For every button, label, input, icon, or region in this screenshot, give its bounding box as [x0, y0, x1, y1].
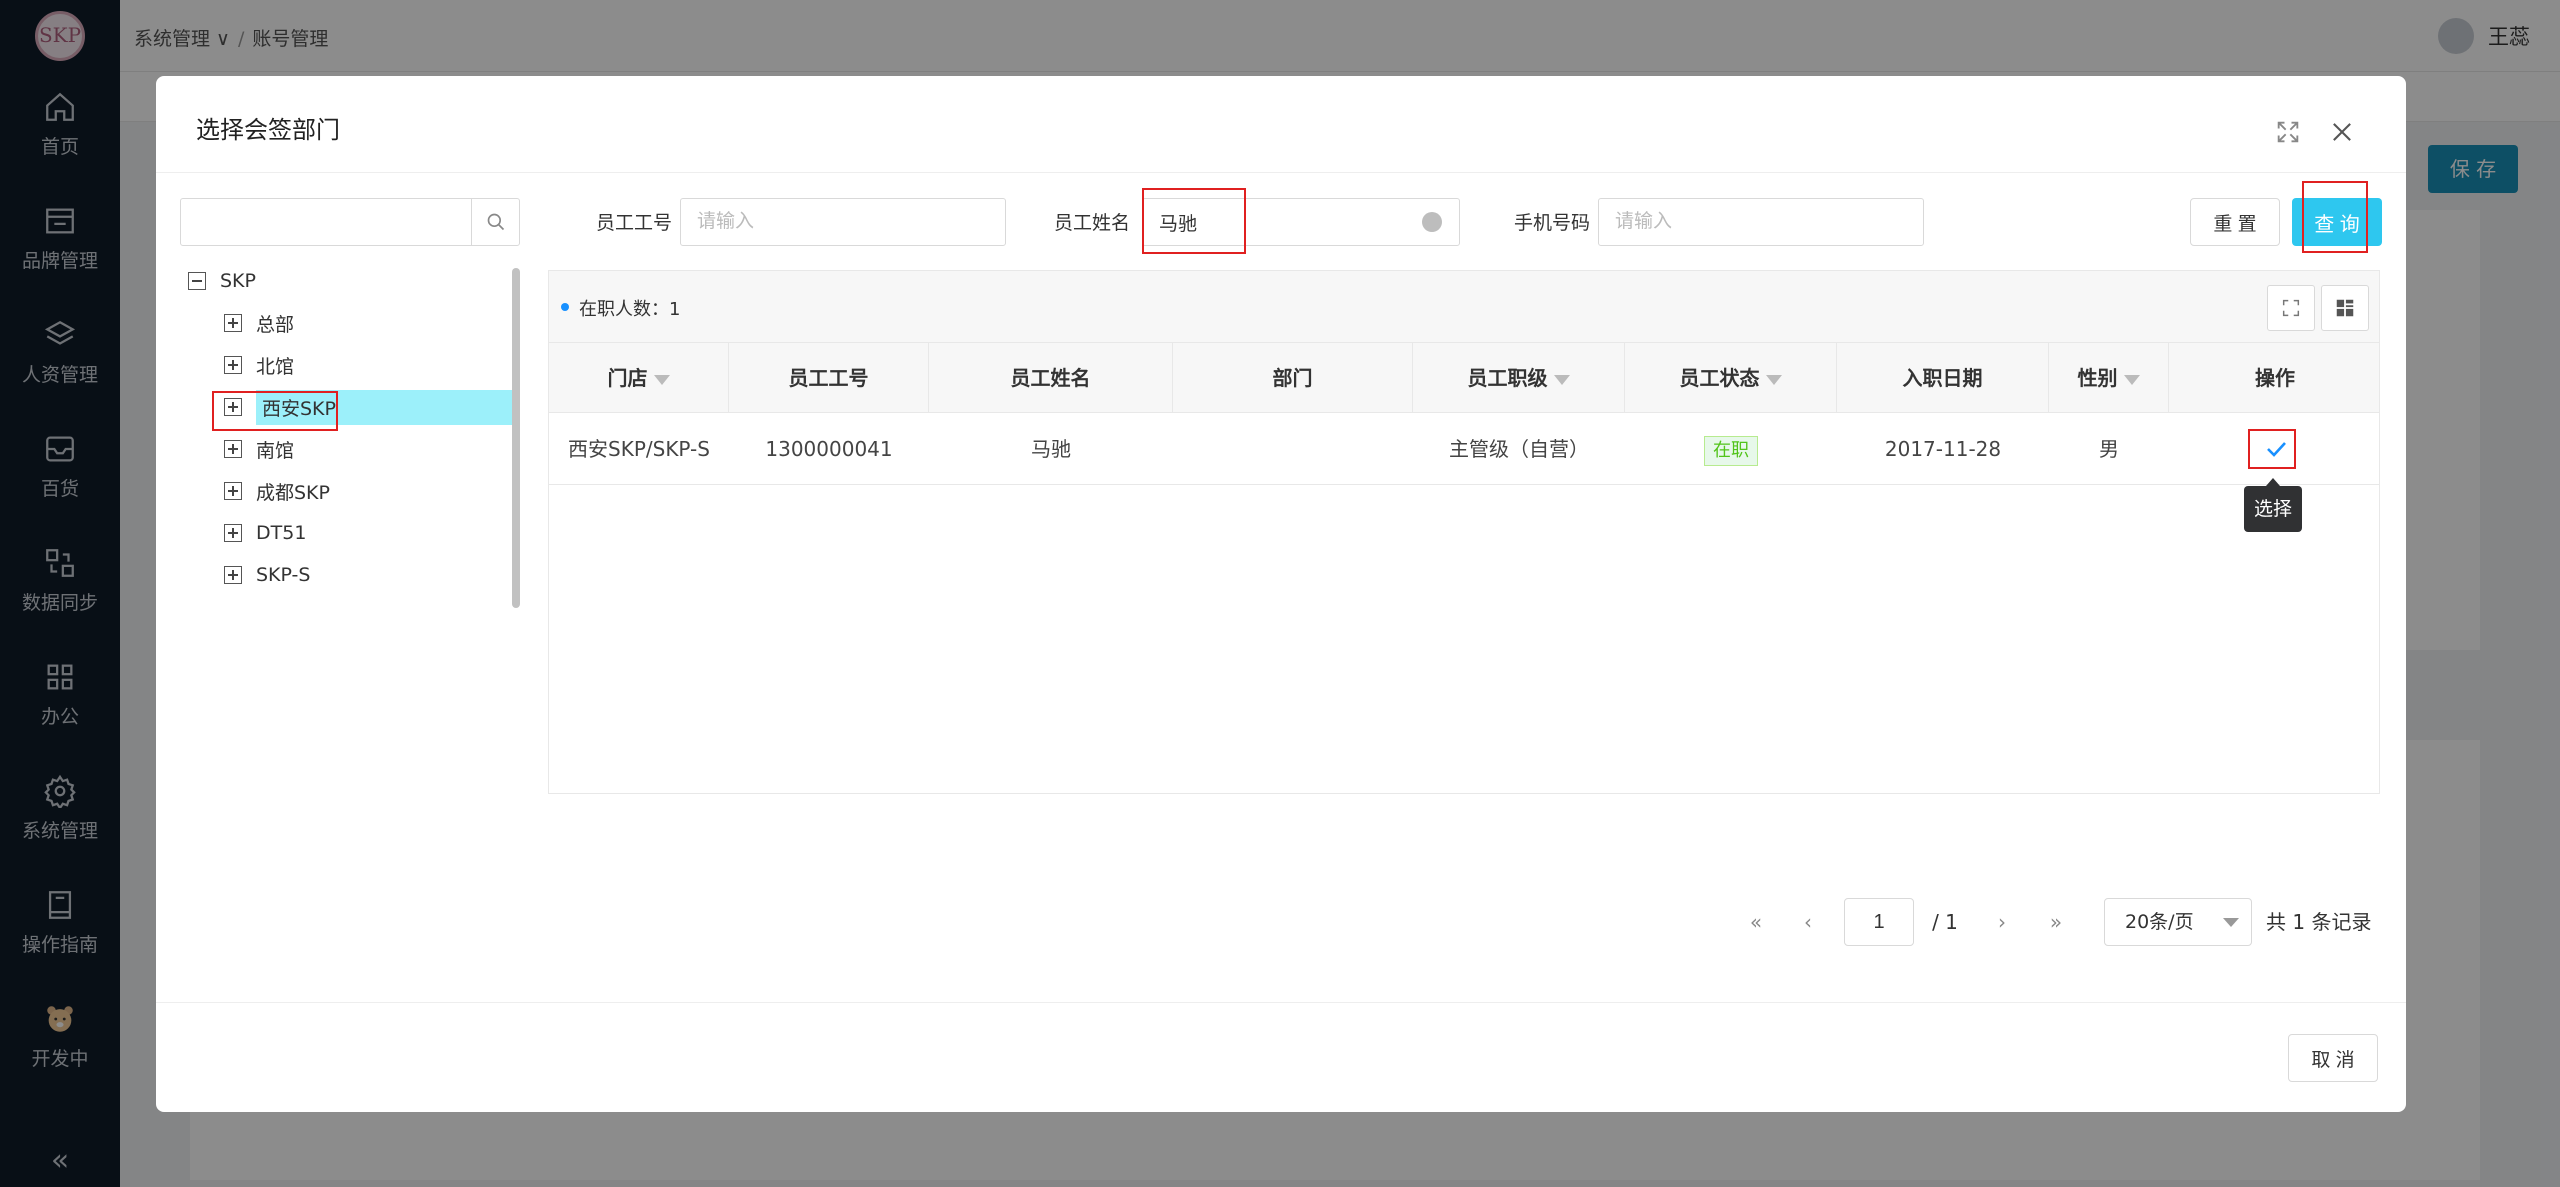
page-input[interactable] — [1844, 898, 1914, 946]
select-check-icon[interactable] — [2257, 431, 2295, 467]
tree-node-dt51[interactable]: DT51 — [224, 514, 306, 552]
cell-store: 西安SKP/SKP-S — [568, 437, 710, 461]
filter-icon[interactable] — [1553, 374, 1570, 385]
column-title: 部门 — [1272, 366, 1313, 390]
table-fullscreen-button[interactable] — [2267, 285, 2315, 331]
tree-node-hq[interactable]: 总部 — [224, 304, 294, 342]
page-size-value: 20条/页 — [2125, 911, 2194, 933]
column-title: 入职日期 — [1902, 366, 1983, 390]
cell-name: 马驰 — [1031, 437, 1071, 461]
tree-node-label: 西安SKP — [256, 389, 514, 425]
select-tooltip: 选择 — [2244, 478, 2302, 532]
tree-node-label: SKP-S — [256, 564, 311, 586]
cell-emp-no: 1300000041 — [765, 437, 893, 461]
page-size-select[interactable]: 20条/页 — [2104, 898, 2252, 946]
tree-node-label: 南馆 — [256, 439, 295, 462]
total-pages: / 1 — [1932, 910, 1958, 934]
column-title: 员工状态 — [1679, 366, 1760, 390]
column-settings-button[interactable] — [2321, 285, 2369, 331]
column-header-level[interactable]: 员工职级 — [1413, 343, 1625, 413]
column-header-emp-no: 员工工号 — [729, 343, 929, 413]
tree-search-field[interactable] — [180, 198, 520, 246]
reset-button[interactable]: 重 置 — [2190, 198, 2280, 246]
column-title: 员工工号 — [788, 366, 869, 390]
expand-icon[interactable] — [224, 566, 242, 584]
column-title: 性别 — [2077, 366, 2118, 390]
expand-icon[interactable] — [224, 482, 242, 500]
tree-node-label: 总部 — [256, 313, 295, 336]
expand-icon[interactable] — [224, 356, 242, 374]
table-header: 门店 员工工号 员工姓名 部门 员工职级 员工状态 入职日期 性别 操作 — [549, 343, 2379, 413]
column-header-action: 操作 — [2169, 343, 2381, 413]
table-row[interactable]: 西安SKP/SKP-S 1300000041 马驰 主管级（自营） 在职 201… — [549, 413, 2379, 485]
total-records: 共 1 条记录 — [2266, 910, 2372, 934]
phone-label: 手机号码 — [1514, 212, 1591, 234]
fullscreen-icon — [2282, 299, 2300, 317]
emp-name-input[interactable] — [1142, 198, 1460, 246]
expand-icon[interactable] — [224, 314, 242, 332]
column-header-dept: 部门 — [1173, 343, 1413, 413]
column-header-name: 员工姓名 — [929, 343, 1173, 413]
employee-count: 在职人数：1 — [579, 299, 681, 320]
first-page-button[interactable]: « — [1736, 898, 1776, 946]
expand-icon[interactable] — [224, 524, 242, 542]
tree-node-skp[interactable]: SKP — [188, 262, 256, 300]
select-dept-modal: 选择会签部门 SKP 总部 北馆 西安SKP 南馆 成都SKP DT51 SKP… — [156, 76, 2406, 1112]
tree-node-label: SKP — [220, 270, 256, 292]
expand-icon[interactable] — [224, 398, 242, 416]
tree-search-input[interactable] — [181, 199, 471, 245]
expand-icon[interactable] — [224, 440, 242, 458]
cell-dept — [1173, 413, 1413, 485]
column-title: 员工姓名 — [1010, 366, 1091, 390]
query-button[interactable]: 查 询 — [2292, 198, 2382, 246]
close-icon[interactable] — [2328, 118, 2356, 146]
cell-status: 在职 — [1625, 413, 1837, 485]
status-badge: 在职 — [1704, 436, 1758, 466]
employee-table: 在职人数：1 门店 员工工号 员工姓名 部门 员工职级 员工状态 入职日期 性别… — [548, 270, 2380, 794]
modal-header-divider — [156, 172, 2406, 173]
prev-page-button[interactable]: ‹ — [1788, 898, 1828, 946]
modal-title: 选择会签部门 — [196, 116, 340, 144]
column-header-gender[interactable]: 性别 — [2049, 343, 2169, 413]
tree-node-label: 北馆 — [256, 355, 295, 378]
clear-icon[interactable] — [1422, 212, 1442, 232]
tree-node-north-hall[interactable]: 北馆 — [224, 346, 294, 384]
emp-name-label: 员工姓名 — [1054, 212, 1131, 234]
emp-no-label: 员工工号 — [596, 212, 673, 234]
column-title: 员工职级 — [1467, 366, 1548, 390]
tree-node-south-hall[interactable]: 南馆 — [224, 430, 294, 468]
column-title: 操作 — [2255, 366, 2295, 390]
tree-node-label: 成都SKP — [256, 481, 330, 504]
column-header-status[interactable]: 员工状态 — [1625, 343, 1837, 413]
tree-node-skp-s[interactable]: SKP-S — [224, 556, 310, 594]
column-header-join-date: 入职日期 — [1837, 343, 2049, 413]
filter-icon[interactable] — [1765, 374, 1782, 385]
filter-icon[interactable] — [653, 374, 670, 385]
column-title: 门店 — [607, 366, 648, 390]
cell-level: 主管级（自营） — [1449, 437, 1589, 461]
fullscreen-icon[interactable] — [2274, 118, 2302, 146]
caret-down-icon — [2223, 918, 2239, 927]
tree-node-xian-skp[interactable]: 西安SKP — [224, 388, 514, 426]
phone-input[interactable] — [1598, 198, 1924, 246]
filter-icon[interactable] — [2123, 374, 2140, 385]
collapse-icon[interactable] — [188, 272, 206, 290]
search-icon — [487, 213, 505, 231]
layout-icon — [2336, 299, 2354, 317]
tree-scrollbar[interactable] — [512, 268, 520, 608]
tree-search-button[interactable] — [471, 199, 519, 245]
column-header-store[interactable]: 门店 — [549, 343, 729, 413]
cancel-button[interactable]: 取 消 — [2288, 1034, 2378, 1082]
modal-footer-divider — [156, 1002, 2406, 1003]
tree-node-chengdu-skp[interactable]: 成都SKP — [224, 472, 330, 510]
tree-node-label: DT51 — [256, 522, 307, 544]
table-toolbar: 在职人数：1 — [549, 271, 2379, 343]
status-dot — [561, 303, 569, 311]
cell-gender: 男 — [2099, 437, 2119, 461]
cell-join-date: 2017-11-28 — [1884, 437, 2002, 461]
last-page-button[interactable]: » — [2036, 898, 2076, 946]
emp-no-input[interactable] — [680, 198, 1006, 246]
next-page-button[interactable]: › — [1982, 898, 2022, 946]
